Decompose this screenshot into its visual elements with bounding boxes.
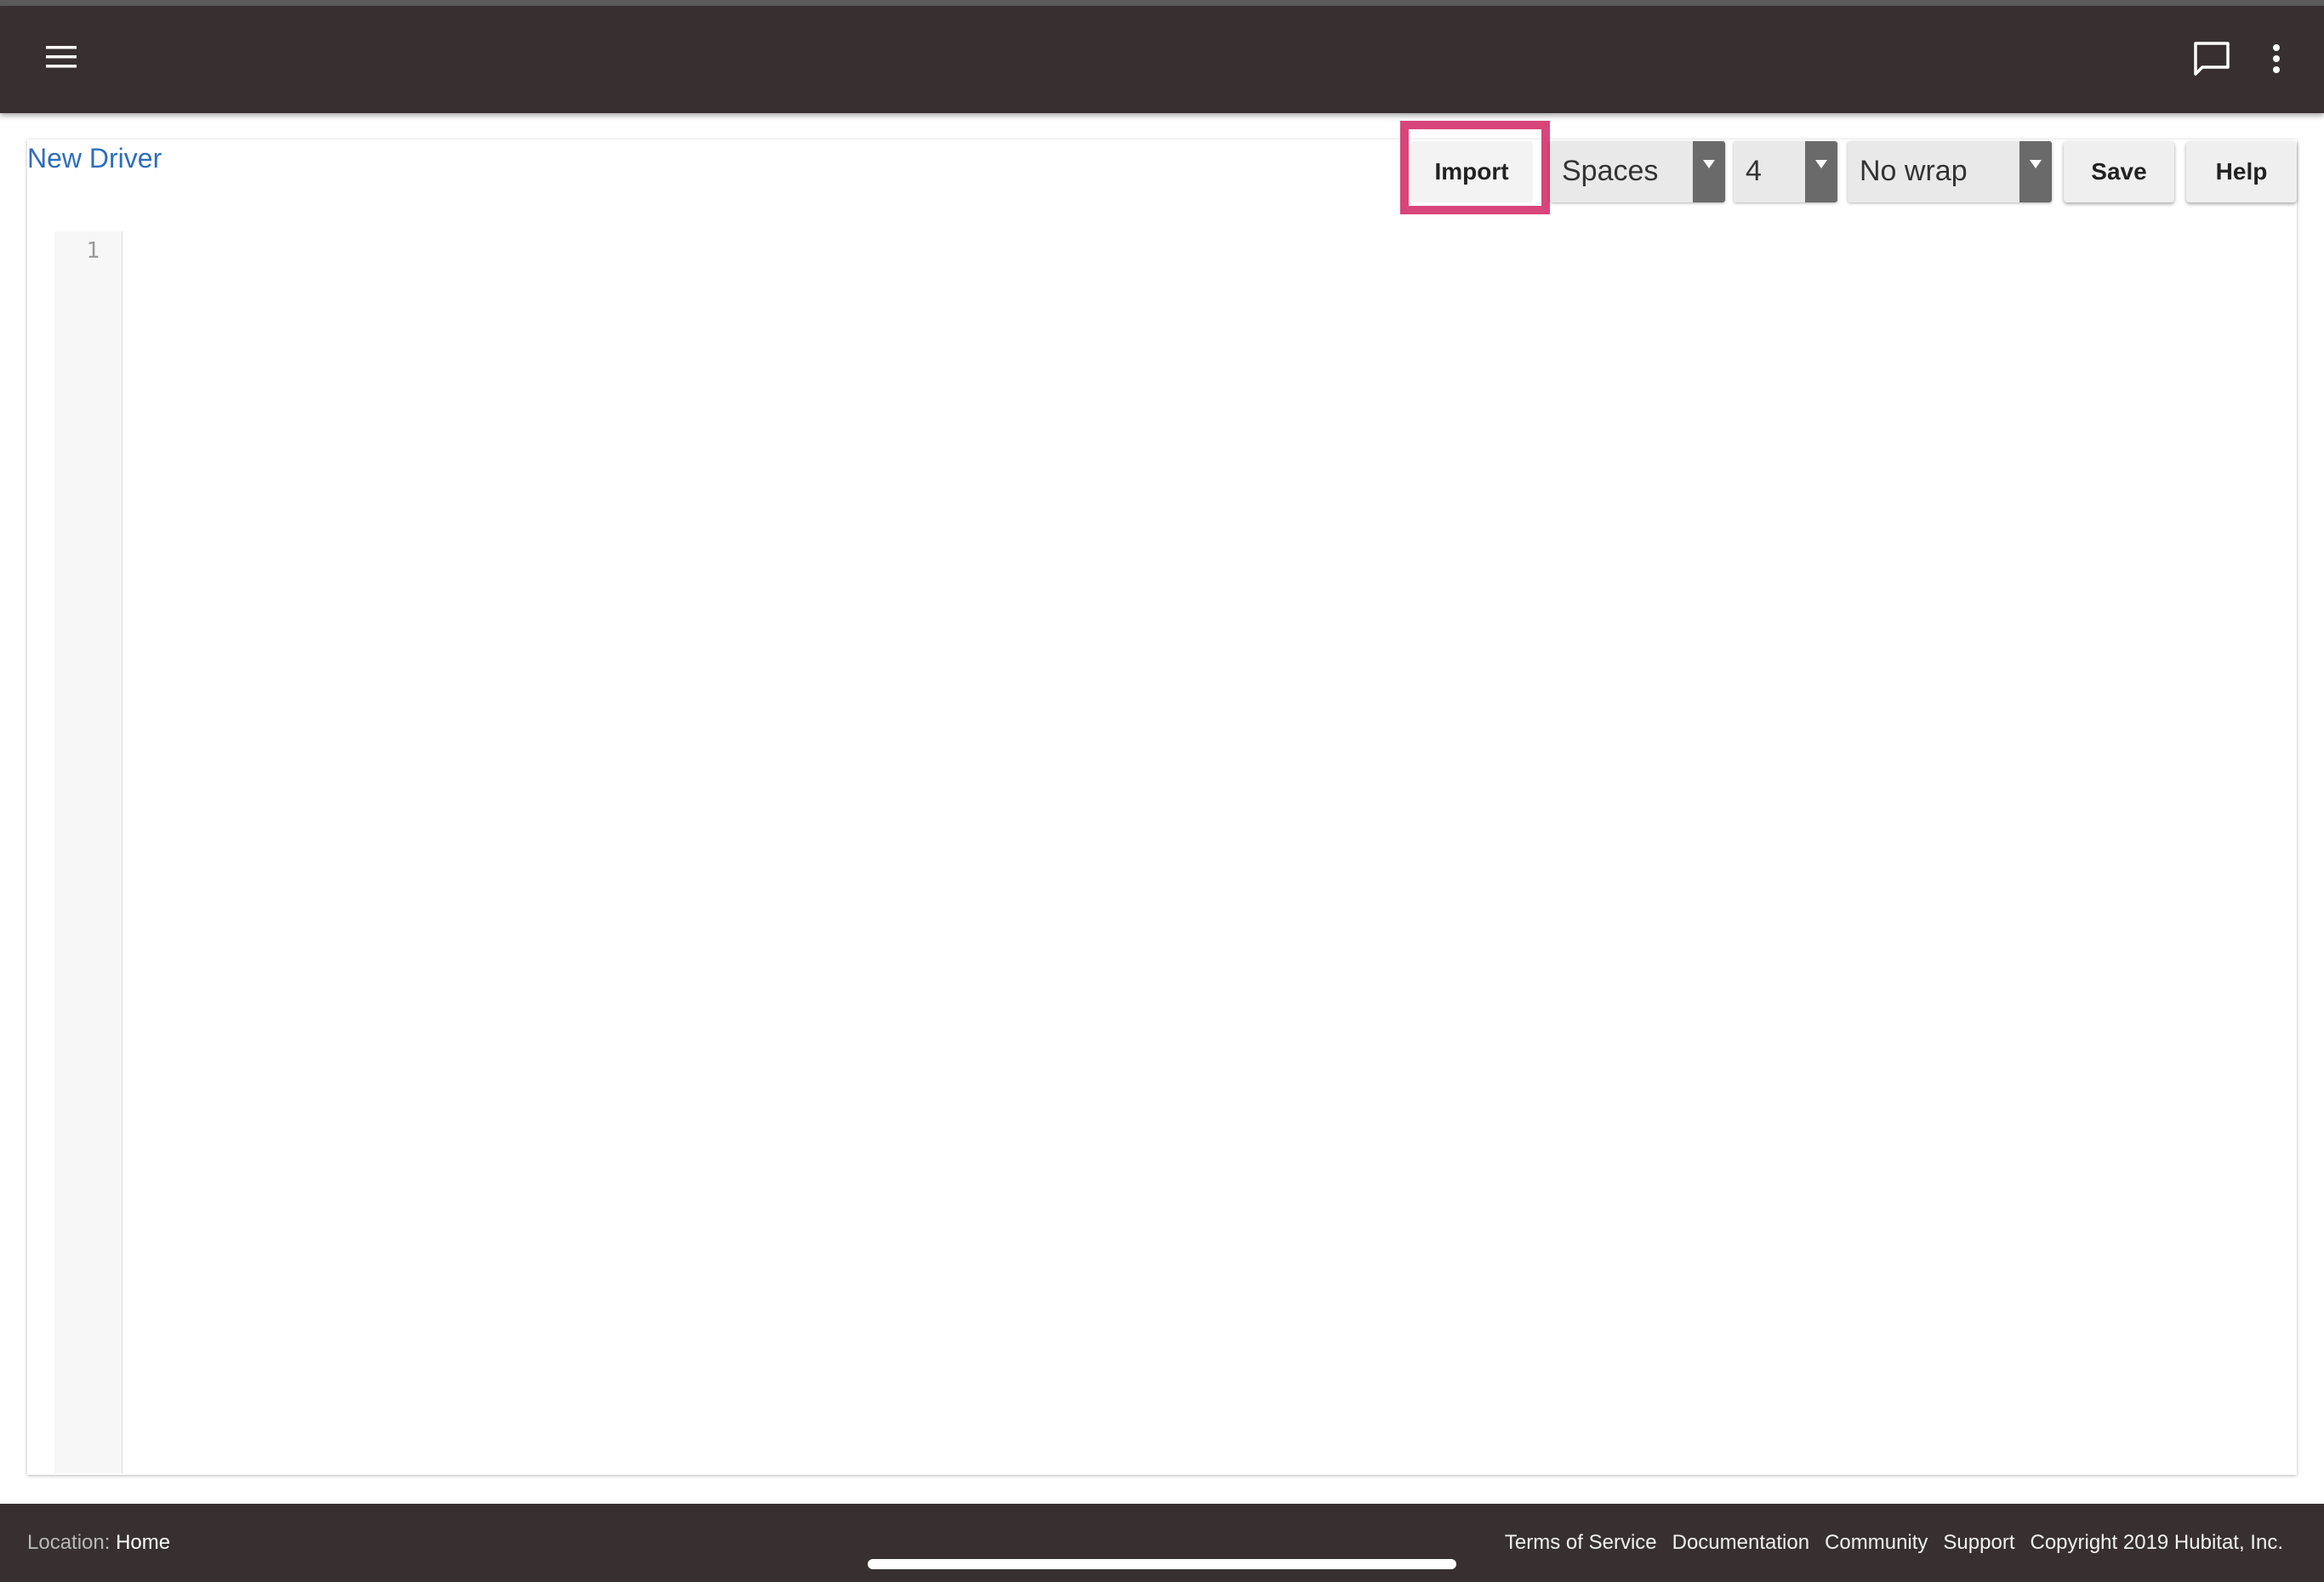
- documentation-link[interactable]: Documentation: [1672, 1531, 1809, 1555]
- line-number: 1: [86, 238, 100, 264]
- driver-title[interactable]: New Driver: [27, 143, 162, 174]
- app-bar: [0, 6, 2324, 113]
- dropdown-arrow-icon: [1805, 141, 1837, 202]
- indent-size-value: 4: [1746, 155, 1762, 187]
- menu-button[interactable]: [34, 30, 88, 84]
- indent-size-select[interactable]: 4: [1734, 141, 1837, 202]
- code-editor[interactable]: [124, 231, 2293, 1473]
- chat-bubble-icon: [2194, 42, 2230, 76]
- more-vertical-icon: [2273, 44, 2280, 73]
- dropdown-arrow-icon: [2019, 141, 2052, 202]
- support-link[interactable]: Support: [1943, 1531, 2014, 1555]
- indent-type-value: Spaces: [1562, 155, 1659, 187]
- wrap-mode-select[interactable]: No wrap: [1848, 141, 2052, 202]
- hamburger-menu-icon: [46, 46, 77, 68]
- top-strip: [0, 0, 2324, 6]
- help-button[interactable]: Help: [2186, 141, 2297, 202]
- home-indicator: [868, 1559, 1456, 1569]
- copyright-text: Copyright 2019 Hubitat, Inc.: [2030, 1531, 2283, 1554]
- location-value: Home: [116, 1531, 171, 1554]
- indent-type-select[interactable]: Spaces: [1550, 141, 1725, 202]
- terms-link[interactable]: Terms of Service: [1505, 1531, 1657, 1555]
- footer: Location: Home Terms of Service Document…: [0, 1504, 2324, 1582]
- save-button[interactable]: Save: [2064, 141, 2174, 202]
- chat-button[interactable]: [2184, 31, 2239, 86]
- location-info: Location: Home: [27, 1531, 170, 1555]
- dropdown-arrow-icon: [1693, 141, 1725, 202]
- line-number-gutter: 1: [54, 231, 122, 1473]
- import-button[interactable]: Import: [1410, 141, 1533, 202]
- location-label: Location:: [27, 1531, 111, 1554]
- more-options-button[interactable]: [2253, 31, 2300, 86]
- footer-links: Terms of Service Documentation Community…: [1505, 1531, 2283, 1555]
- community-link[interactable]: Community: [1825, 1531, 1928, 1555]
- wrap-mode-value: No wrap: [1860, 155, 1968, 187]
